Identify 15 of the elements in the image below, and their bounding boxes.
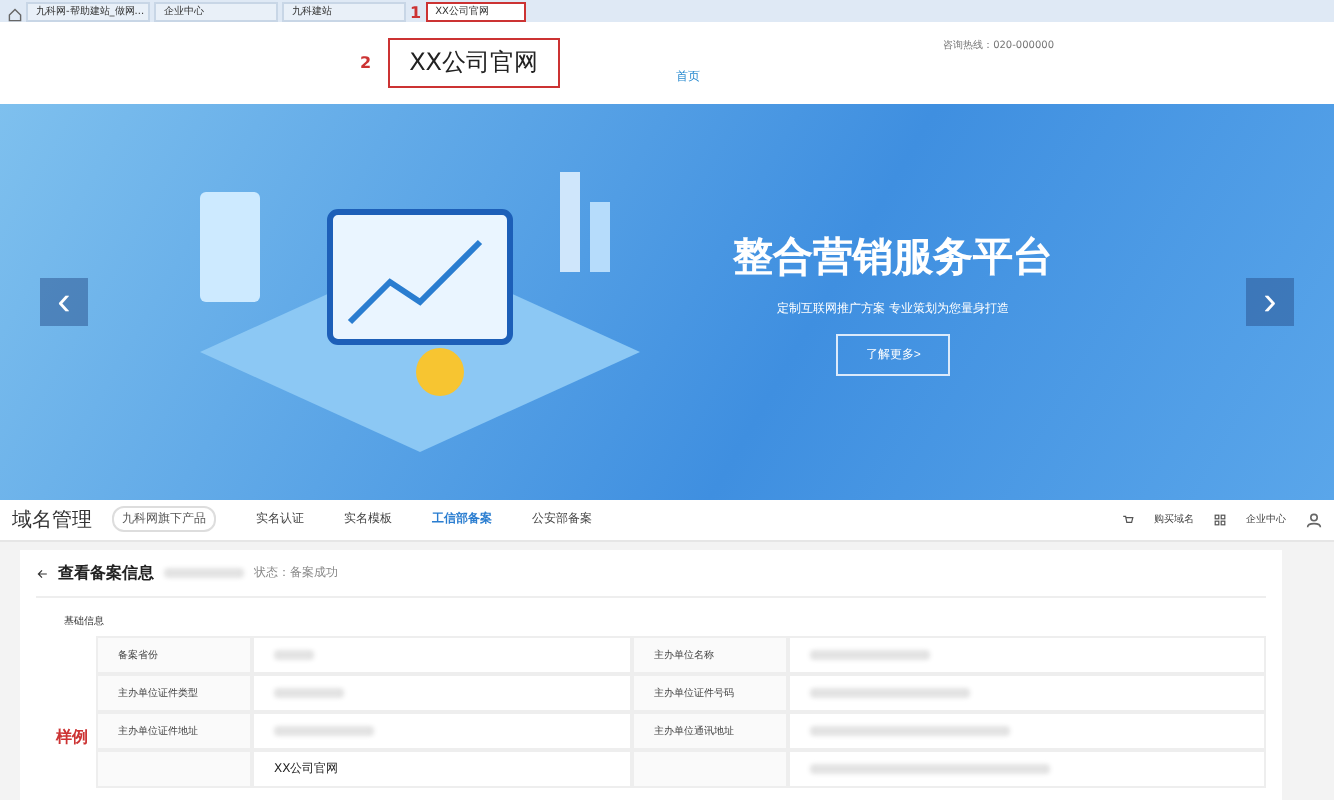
- site-logo-text: XX公司官网: [387, 37, 561, 88]
- domain-logo: 域名管理: [12, 507, 92, 534]
- banner-title: 整合营销服务平台: [733, 229, 1054, 284]
- next-button[interactable]: ›: [1245, 278, 1294, 327]
- blurred-text: [164, 568, 244, 578]
- home-icon[interactable]: [8, 7, 22, 21]
- grid-icon: [1214, 513, 1226, 526]
- prev-button[interactable]: ‹: [40, 278, 88, 327]
- back-arrow-icon[interactable]: [36, 567, 48, 579]
- annotation-number: 1: [410, 3, 422, 21]
- cart-icon: [1122, 513, 1134, 526]
- page-title: 查看备案信息: [58, 562, 154, 584]
- user-icon[interactable]: [1306, 511, 1322, 528]
- annotation-number: 2: [360, 53, 372, 72]
- sample-label: 样例: [56, 726, 88, 748]
